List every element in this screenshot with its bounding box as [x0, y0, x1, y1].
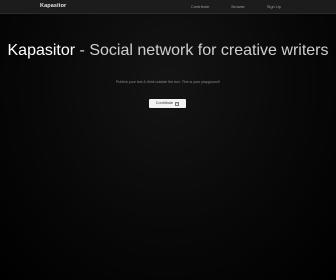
- brand-logo[interactable]: Kapasitor: [40, 2, 66, 11]
- nav-link-contribute[interactable]: Contribute: [180, 2, 220, 11]
- arrow-icon: [175, 101, 180, 106]
- hero-tagline: - Social network for creative writers: [75, 42, 329, 59]
- nav-link-sign-up[interactable]: Sign Up: [256, 2, 292, 11]
- top-navbar: Kapasitor Contribute Browse Sign Up: [0, 0, 336, 14]
- page: Kapasitor Contribute Browse Sign Up Kapa…: [0, 0, 336, 280]
- nav-link-browse[interactable]: Browse: [220, 2, 255, 11]
- nav-links: Contribute Browse Sign Up: [180, 2, 292, 11]
- hero-subtitle: Publish your text & think outside the bo…: [115, 80, 220, 84]
- hero-title: Kapasitor - Social network for creative …: [0, 41, 336, 61]
- contribute-button-label: Contribute: [155, 101, 174, 105]
- contribute-button[interactable]: Contribute: [149, 99, 186, 108]
- hero-brand-word: Kapasitor: [7, 42, 76, 59]
